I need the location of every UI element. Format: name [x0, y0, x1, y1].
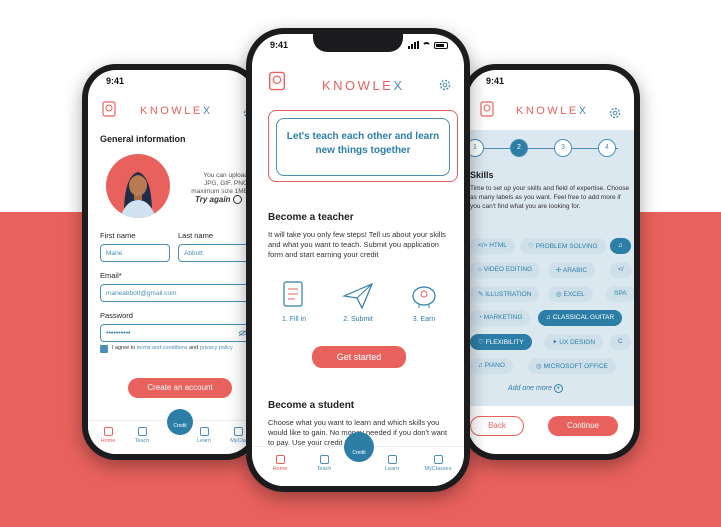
chip-html[interactable]: </> HTML [470, 238, 515, 254]
battery-icon [434, 41, 448, 49]
email-field[interactable]: marieabbott@gmail.com [100, 284, 252, 302]
password-field[interactable]: •••••••••• [100, 324, 252, 342]
piggy-bank-icon [412, 286, 436, 308]
tab-teach[interactable]: Teach [122, 427, 162, 444]
skills-description: Time to set up your skills and field of … [470, 185, 630, 210]
chip-problem-solving[interactable]: ♡ PROBLEM SOLVING [520, 238, 606, 254]
phone-screen: 9:41 KNOWLEX General information You can… [88, 70, 254, 454]
step-2[interactable]: 2 [510, 139, 528, 157]
brand-name: KNOWLEX [140, 105, 213, 117]
tab-home[interactable]: Home [260, 455, 300, 472]
phone-signup: 9:41 KNOWLEX General information You can… [82, 64, 260, 460]
continue-button[interactable]: Continue [548, 416, 618, 436]
user-icon [233, 427, 243, 436]
headline: Let's teach each other and learn new thi… [286, 131, 440, 156]
wifi-icon [422, 41, 431, 49]
chip-flexibility[interactable]: ♡ FLEXIBILITY [470, 334, 532, 350]
settings-gear-icon[interactable] [608, 106, 622, 120]
step-4[interactable]: 4 [598, 139, 616, 157]
logo-icon [480, 101, 494, 117]
avatar[interactable] [106, 154, 170, 218]
status-time: 9:41 [106, 76, 125, 86]
chip-classical-guitar[interactable]: ♫ CLASSICAL GUITAR [538, 310, 623, 326]
student-title: Become a student [268, 400, 355, 411]
phone-screen: 9:41 KNOWLEX 1 2 3 4 Skills Time to set … [468, 70, 634, 454]
upload-note: You can upload JPG, GIF, PNG maximum siz… [191, 172, 248, 195]
last-name-label: Last name [178, 231, 214, 240]
add-one-more-link[interactable]: Add one more + [508, 384, 563, 393]
status-time: 9:41 [270, 40, 289, 50]
user-icon [433, 455, 443, 464]
phone-screen: 9:41 KNOWLEX Let's teach each other and … [252, 34, 464, 486]
credit-button[interactable]: Credit [344, 432, 374, 462]
logo-icon [102, 101, 116, 117]
teacher-title: Become a teacher [268, 212, 354, 223]
skills-title: Skills [470, 170, 494, 180]
avatar-illustration [120, 172, 156, 218]
get-started-button[interactable]: Get started [312, 346, 406, 368]
step-submit-label: 2. Submit [343, 316, 373, 323]
first-name-field[interactable]: Marie [100, 244, 170, 262]
fill-in-form-icon [283, 281, 303, 307]
retry-icon[interactable] [233, 195, 242, 204]
password-label: Password [100, 311, 133, 320]
logo-icon [268, 71, 286, 91]
teacher-description: It will take you only few steps! Tell us… [268, 230, 446, 259]
email-label: Email* [100, 271, 122, 280]
chip-excel[interactable]: ◎ EXCEL [548, 286, 593, 302]
create-account-button[interactable]: Create an account [128, 378, 232, 398]
brand-name: KNOWLEX [322, 78, 405, 93]
notch [313, 34, 403, 52]
try-again-link[interactable]: Try again [195, 195, 230, 204]
home-icon [275, 455, 285, 464]
chip-video-editing[interactable]: ⌂ VIDEO EDITING [470, 262, 541, 278]
credit-button[interactable]: Credit [167, 409, 193, 435]
chip-music[interactable]: ♫ [610, 238, 631, 254]
signal-icon [408, 41, 419, 49]
teach-icon [319, 455, 329, 464]
privacy-link[interactable]: privacy policy [200, 345, 233, 351]
phone-home: 9:41 KNOWLEX Let's teach each other and … [246, 28, 470, 492]
last-name-field[interactable]: Abbott [178, 244, 252, 262]
settings-gear-icon[interactable] [438, 78, 452, 92]
teach-icon [137, 427, 147, 436]
section-title: General information [100, 134, 186, 144]
phone-skills: 9:41 KNOWLEX 1 2 3 4 Skills Time to set … [462, 64, 640, 460]
chip-other[interactable]: C [610, 334, 631, 350]
chip-spanish[interactable]: SPA [606, 286, 634, 302]
chip-piano[interactable]: ♫ PIANO [470, 358, 513, 374]
brand-name: KNOWLEX [516, 105, 589, 117]
status-bar: 9:41 [486, 76, 618, 90]
terms-text: I agree to terms and conditions and priv… [112, 345, 233, 351]
back-button[interactable]: Back [470, 416, 524, 436]
book-icon [387, 455, 397, 464]
step-earn-label: 3. Earn [412, 316, 436, 323]
chip-ux-design[interactable]: ✦ UX DESIGN [544, 334, 604, 350]
chip-microsoft-office[interactable]: ◎ MICROSOFT OFFICE [528, 358, 617, 374]
step-fill-in-label: 1. Fill in [281, 316, 307, 323]
add-plus-icon: + [553, 384, 563, 393]
status-bar: 9:41 [106, 76, 238, 90]
home-icon [103, 427, 113, 436]
stepper-line [478, 148, 618, 149]
terms-checkbox[interactable] [100, 345, 108, 353]
chip-illustration[interactable]: ✎ ILLUSTRATION [470, 286, 540, 302]
book-icon [199, 427, 209, 436]
chip-code[interactable]: </ [610, 262, 632, 278]
tab-learn[interactable]: Learn [372, 455, 412, 472]
first-name-label: First name [100, 231, 136, 240]
chip-marketing[interactable]: ◔ MARKETING [470, 310, 531, 326]
status-time: 9:41 [486, 76, 505, 86]
tab-teach[interactable]: Teach [304, 455, 344, 472]
terms-link[interactable]: terms and conditions [137, 345, 188, 351]
paper-plane-icon [342, 282, 374, 310]
chip-arabic[interactable]: ✢ ARABIC [548, 262, 596, 278]
tab-myclasses[interactable]: MyClasses [414, 455, 462, 472]
step-3[interactable]: 3 [554, 139, 572, 157]
